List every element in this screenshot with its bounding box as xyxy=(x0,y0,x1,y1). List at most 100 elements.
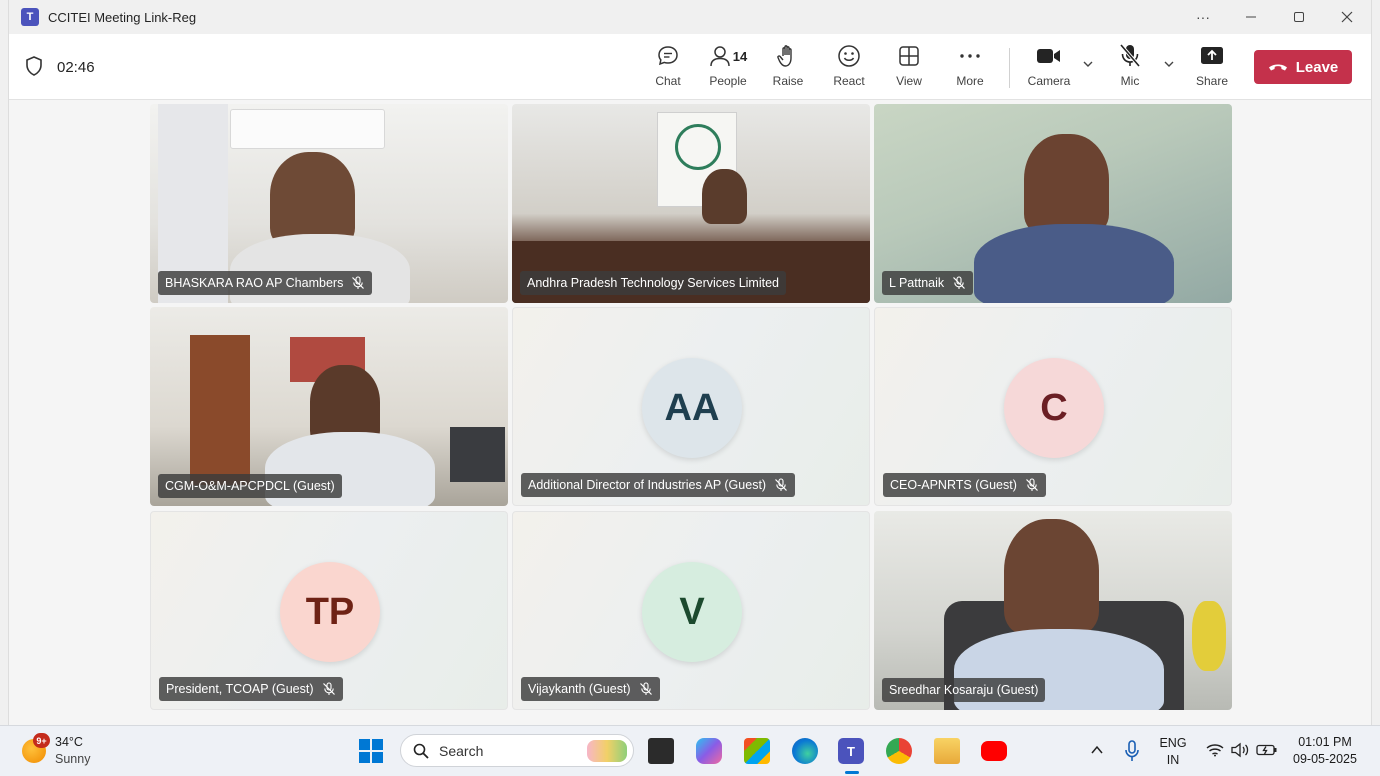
mic-options-chevron-icon[interactable] xyxy=(1163,58,1175,70)
participant-nametag: CGM-O&M-APCPDCL (Guest) xyxy=(158,474,342,498)
people-label: People xyxy=(709,74,747,88)
chrome-browser-icon[interactable] xyxy=(886,738,912,764)
participant-name: Sreedhar Kosaraju (Guest) xyxy=(889,683,1039,697)
clock-date[interactable]: 09-05-2025 xyxy=(1285,752,1365,766)
participant-avatar: C xyxy=(1004,358,1104,458)
share-label: Share xyxy=(1195,74,1229,88)
avatar-initials: AA xyxy=(664,386,720,429)
participant-name: CEO-APNRTS (Guest) xyxy=(890,478,1017,492)
chat-button[interactable]: Chat xyxy=(638,42,698,94)
meeting-timer: 02:46 xyxy=(57,59,95,76)
mic-button[interactable]: Mic xyxy=(1100,42,1160,94)
task-view-icon[interactable] xyxy=(648,738,674,764)
window-more-button[interactable]: ··· xyxy=(1179,0,1227,34)
title-bar: T CCITEI Meeting Link-Reg ··· xyxy=(9,0,1371,34)
view-label: View xyxy=(896,74,922,88)
participant-tile[interactable]: V Vijaykanth (Guest) xyxy=(512,511,870,710)
mic-muted-icon xyxy=(352,276,365,289)
participant-nametag: Vijaykanth (Guest) xyxy=(521,677,660,701)
copilot-icon[interactable] xyxy=(696,738,722,764)
window-controls: ··· xyxy=(1179,0,1371,34)
meeting-toolbar: 02:46 Chat 14 People Raise React View Mo… xyxy=(9,34,1371,100)
minimize-button[interactable] xyxy=(1227,0,1275,34)
windows-logo-pane xyxy=(372,739,383,750)
participant-face-image xyxy=(702,169,747,224)
teams-taskbar-icon[interactable]: T xyxy=(838,738,864,764)
participant-name: BHASKARA RAO AP Chambers xyxy=(165,276,344,290)
participant-tile[interactable]: Sreedhar Kosaraju (Guest) xyxy=(874,511,1232,710)
participant-tile[interactable]: BHASKARA RAO AP Chambers xyxy=(150,104,508,303)
participant-face-image xyxy=(1004,519,1099,634)
avatar-initials: C xyxy=(1040,386,1068,429)
mic-off-icon xyxy=(1119,43,1141,68)
people-button[interactable]: 14 People xyxy=(698,42,758,94)
maximize-button[interactable] xyxy=(1275,0,1323,34)
volume-icon[interactable] xyxy=(1230,742,1250,758)
participant-tile[interactable]: AA Additional Director of Industries AP … xyxy=(512,307,870,506)
chevron-up-icon[interactable] xyxy=(1090,744,1104,756)
search-highlight-image xyxy=(587,740,627,762)
window-title: CCITEI Meeting Link-Reg xyxy=(48,9,197,25)
windows-logo-icon xyxy=(359,739,370,750)
teams-logo-icon: T xyxy=(21,8,39,26)
participant-tile[interactable]: Andhra Pradesh Technology Services Limit… xyxy=(512,104,870,303)
maximize-icon xyxy=(1294,12,1304,22)
people-icon xyxy=(710,46,730,67)
chat-icon xyxy=(658,46,678,66)
mic-muted-icon xyxy=(1025,478,1038,491)
camera-button[interactable]: Camera xyxy=(1019,42,1079,94)
participant-tile[interactable]: C CEO-APNRTS (Guest) xyxy=(874,307,1232,506)
more-label: More xyxy=(956,74,984,88)
weather-temperature[interactable]: 34°C xyxy=(55,735,83,749)
microphone-tray-icon[interactable] xyxy=(1124,740,1140,762)
clock-time[interactable]: 01:01 PM xyxy=(1285,735,1365,749)
battery-icon[interactable] xyxy=(1256,742,1278,758)
flowers-image xyxy=(1192,601,1226,671)
search-icon xyxy=(413,743,429,759)
participant-name: Vijaykanth (Guest) xyxy=(528,682,631,696)
participant-shirt-image xyxy=(974,224,1174,303)
participant-face-image xyxy=(270,152,355,247)
participant-grid: BHASKARA RAO AP Chambers Andhra Pradesh … xyxy=(150,104,1232,711)
participant-avatar: V xyxy=(642,562,742,662)
participant-tile[interactable]: L Pattnaik xyxy=(874,104,1232,303)
leave-button[interactable]: Leave xyxy=(1254,50,1352,84)
close-icon xyxy=(1341,11,1353,23)
participant-tile[interactable]: TP President, TCOAP (Guest) xyxy=(150,511,508,710)
share-button[interactable]: Share xyxy=(1182,42,1242,94)
edge-browser-icon[interactable] xyxy=(792,738,818,764)
mic-muted-icon xyxy=(953,276,966,289)
shield-icon[interactable] xyxy=(25,56,43,76)
mic-muted-icon xyxy=(322,682,335,695)
participant-nametag: L Pattnaik xyxy=(882,271,974,295)
leave-label: Leave xyxy=(1295,58,1339,76)
camera-label: Camera xyxy=(1027,74,1071,88)
active-app-indicator xyxy=(845,771,859,774)
close-button[interactable] xyxy=(1323,0,1371,34)
share-screen-icon xyxy=(1201,47,1223,64)
camera-options-chevron-icon[interactable] xyxy=(1082,58,1094,70)
raise-hand-button[interactable]: Raise xyxy=(758,42,818,94)
participant-name: L Pattnaik xyxy=(889,276,945,290)
microsoft-store-icon[interactable] xyxy=(744,738,770,764)
wifi-icon[interactable] xyxy=(1206,743,1224,757)
more-button[interactable]: More xyxy=(940,42,1000,94)
youtube-icon[interactable] xyxy=(981,741,1007,761)
raise-label: Raise xyxy=(772,74,804,88)
view-button[interactable]: View xyxy=(879,42,939,94)
language-indicator[interactable]: ENG xyxy=(1154,736,1192,750)
participant-name: Additional Director of Industries AP (Gu… xyxy=(528,478,767,492)
taskbar-search-box[interactable]: Search xyxy=(400,734,634,767)
language-region[interactable]: IN xyxy=(1154,753,1192,767)
emblem-logo xyxy=(675,124,721,170)
windows-logo-pane xyxy=(359,752,370,763)
weather-condition[interactable]: Sunny xyxy=(55,752,90,766)
react-button[interactable]: React xyxy=(819,42,879,94)
file-explorer-icon[interactable] xyxy=(934,738,960,764)
participant-avatar: TP xyxy=(280,562,380,662)
participant-nametag: Sreedhar Kosaraju (Guest) xyxy=(882,678,1046,702)
notification-badge: 9+ xyxy=(33,733,50,748)
start-button[interactable] xyxy=(359,739,383,763)
participant-face-image xyxy=(1024,134,1109,234)
participant-tile[interactable]: CGM-O&M-APCPDCL (Guest) xyxy=(150,307,508,506)
